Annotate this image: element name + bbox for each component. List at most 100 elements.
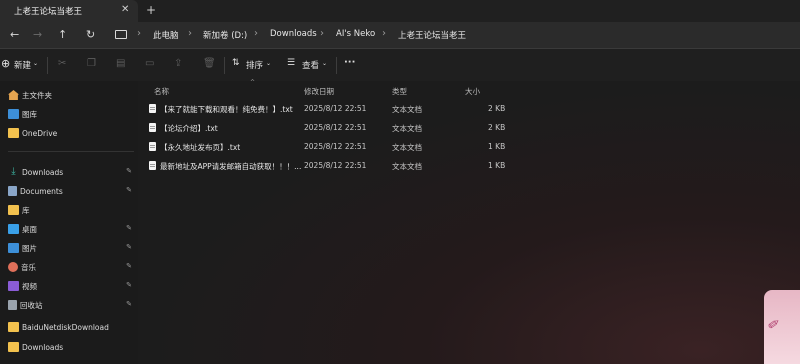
sidebar-item-label: 回收站 xyxy=(20,300,43,310)
sidebar-item-label: 视频 xyxy=(22,281,37,291)
sidebar-item-downloads[interactable]: ⤓ Downloads ✎ xyxy=(8,165,136,179)
text-file-icon xyxy=(149,161,156,170)
file-modified: 2025/8/12 22:51 xyxy=(304,104,367,113)
file-row[interactable]: 【永久地址发布页】.txt 2025/8/12 22:51 文本文档 1 KB xyxy=(146,139,506,155)
sidebar-item-baidunetdisk[interactable]: BaiduNetdiskDownload xyxy=(8,320,136,334)
folder-icon xyxy=(8,205,19,215)
sidebar-item-library[interactable]: 库 xyxy=(8,203,136,217)
home-icon xyxy=(8,90,19,100)
pin-icon[interactable]: ✎ xyxy=(126,262,132,270)
sidebar-item-label: 库 xyxy=(22,205,30,215)
sidebar-item-label: 图片 xyxy=(22,243,37,253)
breadcrumb-downloads[interactable]: Downloads xyxy=(270,29,317,39)
more-options-button[interactable]: ··· xyxy=(344,57,355,68)
toolbar-separator xyxy=(47,57,48,74)
monitor-icon[interactable] xyxy=(115,30,127,39)
file-modified: 2025/8/12 22:51 xyxy=(304,142,367,151)
file-size: 1 KB xyxy=(488,161,506,170)
file-type: 文本文档 xyxy=(392,162,422,171)
file-type: 文本文档 xyxy=(392,124,422,133)
column-header-label: 名称 xyxy=(154,87,169,96)
column-header-modified[interactable]: 修改日期 xyxy=(304,86,334,97)
file-type: 文本文档 xyxy=(392,143,422,152)
file-type: 文本文档 xyxy=(392,105,422,114)
tab-title: 上老王论坛当老王 xyxy=(14,7,83,17)
file-modified: 2025/8/12 22:51 xyxy=(304,123,367,132)
file-row[interactable]: 【来了就能下载和观看！纯免费！】.txt 2025/8/12 22:51 文本文… xyxy=(146,101,506,117)
new-tab-button[interactable]: + xyxy=(146,3,156,17)
music-icon xyxy=(8,262,18,272)
breadcrumb-this-pc[interactable]: 此电脑 xyxy=(153,29,179,41)
signature-glyph: ✎ xyxy=(765,316,784,332)
title-bar: 上老王论坛当老王 ✕ + xyxy=(0,0,800,22)
column-header-type[interactable]: 类型 xyxy=(392,86,407,97)
sidebar-divider xyxy=(8,151,134,152)
column-header-size[interactable]: 大小 xyxy=(465,86,480,97)
text-file-icon xyxy=(149,142,156,151)
pin-icon[interactable]: ✎ xyxy=(126,167,132,175)
share-icon[interactable]: ⇪ xyxy=(174,58,182,69)
breadcrumb-ais-neko[interactable]: AI's Neko xyxy=(336,29,375,39)
breadcrumb-drive-d[interactable]: 新加卷 (D:) xyxy=(203,29,247,41)
sidebar-item-label: Documents xyxy=(20,186,63,196)
rename-icon[interactable]: ▭ xyxy=(145,58,154,69)
view-icon: ☰ xyxy=(287,58,296,68)
copy-icon[interactable]: ❐ xyxy=(87,58,96,69)
sort-button[interactable]: ⇅ 排序 ⌄ xyxy=(232,49,278,81)
breadcrumb-separator: › xyxy=(320,28,324,39)
sidebar-item-desktop[interactable]: 桌面 ✎ xyxy=(8,222,136,236)
sidebar-item-recycle-bin[interactable]: 回收站 ✎ xyxy=(8,298,136,312)
download-icon: ⤓ xyxy=(11,166,16,177)
column-header-name[interactable]: 名称 ^ xyxy=(154,79,304,97)
documents-icon xyxy=(8,186,17,196)
folder-icon xyxy=(8,322,19,332)
pin-icon[interactable]: ✎ xyxy=(126,300,132,308)
desktop-icon xyxy=(8,224,19,234)
sidebar-item-gallery[interactable]: 图库 xyxy=(8,107,136,121)
up-icon[interactable]: ↑ xyxy=(58,28,67,41)
file-row[interactable]: 最新地址及APP请发邮箱自动获取！！！... 2025/8/12 22:51 文… xyxy=(146,158,506,174)
sidebar-item-downloads-folder[interactable]: Downloads xyxy=(8,340,136,354)
new-button[interactable]: ⊕ 新建 ⌄ xyxy=(0,49,44,81)
sidebar-item-label: 音乐 xyxy=(21,262,36,272)
view-button[interactable]: ☰ 查看 ⌄ xyxy=(287,49,333,81)
file-row[interactable]: 【论坛介绍】.txt 2025/8/12 22:51 文本文档 2 KB xyxy=(146,120,506,136)
file-name: 【来了就能下载和观看！纯免费！】.txt xyxy=(160,105,293,114)
pin-icon[interactable]: ✎ xyxy=(126,281,132,289)
sidebar-item-label: 主文件夹 xyxy=(22,90,52,100)
navigation-pane: 主文件夹 图库 OneDrive ⤓ Downloads ✎ Documents… xyxy=(0,81,138,364)
breadcrumb-separator: › xyxy=(254,28,258,39)
sidebar-item-label: Downloads xyxy=(22,167,64,177)
pin-icon[interactable]: ✎ xyxy=(126,186,132,194)
toolbar-separator xyxy=(224,57,225,74)
paste-icon[interactable]: ▤ xyxy=(116,58,125,69)
sidebar-item-music[interactable]: 音乐 ✎ xyxy=(8,260,136,274)
window-tab[interactable]: 上老王论坛当老王 ✕ xyxy=(0,0,138,22)
pin-icon[interactable]: ✎ xyxy=(126,224,132,232)
breadcrumb-separator: › xyxy=(137,28,141,39)
sidebar-item-label: BaiduNetdiskDownload xyxy=(22,322,109,332)
sidebar-item-home[interactable]: 主文件夹 xyxy=(8,88,136,102)
folder-icon xyxy=(8,342,19,352)
pin-icon[interactable]: ✎ xyxy=(126,243,132,251)
command-bar: ⊕ 新建 ⌄ ✂ ❐ ▤ ▭ ⇪ 🗑 ⇅ 排序 ⌄ ☰ 查看 ⌄ ··· xyxy=(0,49,800,81)
new-plus-icon: ⊕ xyxy=(1,57,11,70)
sidebar-item-documents[interactable]: Documents ✎ xyxy=(8,184,136,198)
file-size: 2 KB xyxy=(488,104,506,113)
navigation-bar: ← → ↑ ↻ › 此电脑 › 新加卷 (D:) › Downloads › A… xyxy=(0,22,800,48)
chevron-down-icon: ⌄ xyxy=(33,60,39,67)
breadcrumb-current-folder[interactable]: 上老王论坛当老王 xyxy=(398,29,466,41)
forward-icon[interactable]: → xyxy=(33,28,42,41)
sidebar-item-pictures[interactable]: 图片 ✎ xyxy=(8,241,136,255)
sidebar-item-onedrive[interactable]: OneDrive xyxy=(8,126,136,140)
text-file-icon xyxy=(149,123,156,132)
sidebar-item-label: Downloads xyxy=(22,342,64,352)
refresh-icon[interactable]: ↻ xyxy=(86,28,95,41)
close-tab-icon[interactable]: ✕ xyxy=(121,4,129,15)
cut-icon[interactable]: ✂ xyxy=(58,58,66,69)
back-icon[interactable]: ← xyxy=(10,28,19,41)
delete-icon[interactable]: 🗑 xyxy=(203,58,216,69)
sidebar-item-label: OneDrive xyxy=(22,128,58,138)
sidebar-item-videos[interactable]: 视频 ✎ xyxy=(8,279,136,293)
view-button-label: 查看 xyxy=(302,61,320,71)
